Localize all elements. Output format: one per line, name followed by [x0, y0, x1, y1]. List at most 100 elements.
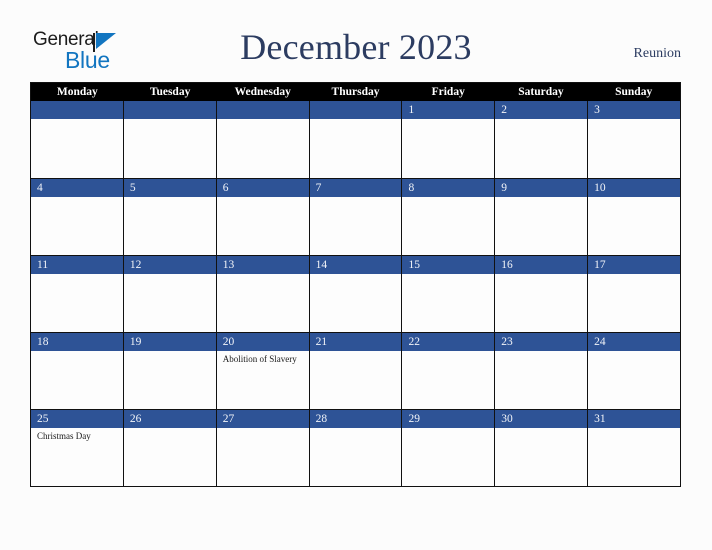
day-number-bar: 24 [588, 333, 681, 351]
day-number-bar: 16 [495, 256, 588, 274]
weekday-header-monday: Monday [56, 86, 98, 98]
day-number-bar: 21 [309, 333, 402, 351]
day-cell-8[interactable]: 8 [401, 179, 495, 255]
day-cell-23[interactable]: 23 [494, 333, 588, 409]
day-cell-6[interactable]: 6 [215, 179, 309, 255]
day-number-bar: 20 [216, 333, 309, 351]
day-number-bar: 15 [402, 256, 495, 274]
event-item[interactable]: Christmas Day [37, 431, 119, 443]
day-number-bar: 5 [123, 179, 216, 197]
event-list: Christmas Day [31, 428, 123, 443]
day-cell-19[interactable]: 19 [122, 333, 216, 409]
day-number-bar: 23 [495, 333, 588, 351]
day-number-bar [31, 101, 123, 119]
weekday-header-thursday: Thursday [331, 86, 380, 98]
day-number-bar: 12 [123, 256, 216, 274]
day-cell-empty[interactable] [308, 101, 402, 178]
day-number: 3 [594, 104, 600, 116]
day-cell-11[interactable]: 11 [31, 256, 123, 332]
day-number: 2 [501, 104, 508, 116]
weekday-header-row: Monday Tuesday Wednesday Thursday Friday Satu… [31, 83, 680, 101]
day-number-bar: 6 [216, 179, 309, 197]
day-number: 17 [594, 259, 606, 271]
weekday-header-friday: Friday [431, 86, 465, 98]
week-row: 1 2 3 [31, 101, 681, 178]
day-number: 31 [594, 413, 606, 425]
day-number-bar: 17 [588, 256, 681, 274]
day-cell-28[interactable]: 28 [308, 410, 402, 486]
weeks-container: 1 2 3 4 5 6 7 8 9 10 11 12 13 14 15 16 17 18 19 20 Abolition… [31, 101, 681, 486]
day-cell-7[interactable]: 7 [308, 179, 402, 255]
day-cell-12[interactable]: 12 [122, 256, 216, 332]
day-number-bar: 31 [588, 410, 681, 428]
day-cell-21[interactable]: 21 [308, 333, 402, 409]
day-number-bar: 14 [309, 256, 402, 274]
day-number-bar: 13 [216, 256, 309, 274]
event-list: Abolition of Slavery [217, 351, 309, 366]
day-cell-13[interactable]: 13 [215, 256, 309, 332]
day-cell-5[interactable]: 5 [122, 179, 216, 255]
day-cell-26[interactable]: 26 [122, 410, 216, 486]
day-number: 10 [594, 182, 606, 194]
day-cell-25[interactable]: 25 Christmas Day [31, 410, 123, 486]
day-number: 9 [501, 182, 508, 194]
day-cell-empty[interactable] [215, 101, 309, 178]
week-row: 11 12 13 14 15 16 17 [31, 255, 681, 332]
day-cell-15[interactable]: 15 [401, 256, 495, 332]
day-number-bar: 11 [31, 256, 123, 274]
day-cell-27[interactable]: 27 [215, 410, 309, 486]
day-cell-31[interactable]: 31 [587, 410, 681, 486]
day-number-bar: 1 [402, 101, 495, 119]
day-number: 8 [408, 182, 415, 194]
day-cell-14[interactable]: 14 [308, 256, 402, 332]
weekday-header-sunday: Sunday [615, 86, 653, 98]
day-number: 27 [222, 413, 235, 425]
day-number: 30 [501, 413, 513, 425]
day-number: 28 [315, 413, 328, 425]
day-number: 22 [408, 336, 420, 348]
day-cell-1[interactable]: 1 [401, 101, 495, 178]
day-cell-24[interactable]: 24 [587, 333, 681, 409]
day-number: 18 [37, 336, 49, 348]
day-cell-9[interactable]: 9 [494, 179, 588, 255]
day-number: 5 [129, 182, 136, 194]
day-cell-20[interactable]: 20 Abolition of Slavery [215, 333, 309, 409]
day-cell-10[interactable]: 10 [587, 179, 681, 255]
day-cell-empty[interactable] [31, 101, 123, 178]
day-number: 16 [501, 259, 513, 271]
day-number: 25 [37, 413, 49, 425]
day-number-bar: 18 [31, 333, 123, 351]
weekday-header-wednesday: Wednesday [234, 86, 291, 98]
day-cell-30[interactable]: 30 [494, 410, 588, 486]
day-number-bar: 26 [123, 410, 216, 428]
day-cell-18[interactable]: 18 [31, 333, 123, 409]
day-cell-empty[interactable] [122, 101, 216, 178]
day-cell-2[interactable]: 2 [494, 101, 588, 178]
day-number: 23 [501, 336, 513, 348]
day-number-bar [216, 101, 309, 119]
day-number-bar: 27 [216, 410, 309, 428]
week-row: 25 Christmas Day 26 27 28 29 30 31 [31, 409, 681, 486]
page-title: December 2023 [240, 27, 472, 67]
day-number: 13 [222, 259, 235, 271]
day-cell-29[interactable]: 29 [401, 410, 495, 486]
day-cell-17[interactable]: 17 [587, 256, 681, 332]
day-number-bar [123, 101, 216, 119]
day-cell-4[interactable]: 4 [31, 179, 123, 255]
day-number: 24 [594, 336, 606, 348]
day-number: 4 [37, 182, 43, 194]
day-number-bar: 22 [402, 333, 495, 351]
day-number-bar: 7 [309, 179, 402, 197]
day-number-bar: 10 [588, 179, 681, 197]
day-cell-3[interactable]: 3 [587, 101, 681, 178]
day-number-bar: 9 [495, 179, 588, 197]
day-cell-16[interactable]: 16 [494, 256, 588, 332]
day-cell-22[interactable]: 22 [401, 333, 495, 409]
day-number-bar: 25 [31, 410, 123, 428]
day-number-bar: 28 [309, 410, 402, 428]
region-label: Reunion [633, 46, 681, 61]
day-number: 20 [222, 336, 235, 348]
day-number: 1 [408, 104, 415, 116]
day-number: 7 [315, 182, 322, 194]
event-item[interactable]: Abolition of Slavery [223, 354, 305, 366]
